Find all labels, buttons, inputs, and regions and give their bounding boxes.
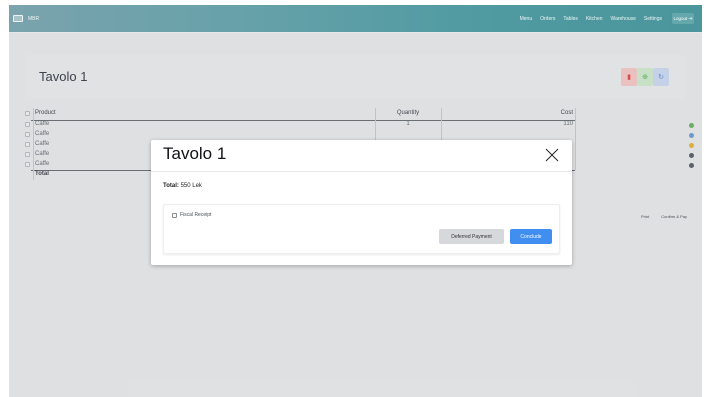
brand-name: MBR [28, 15, 40, 22]
nav-link-warehouse[interactable]: Warehouse [611, 16, 636, 22]
nav-link-settings[interactable]: Settings [644, 16, 662, 22]
logout-button[interactable]: Logout ⇥ [672, 13, 694, 24]
nav-link-tables[interactable]: Tables [563, 16, 577, 22]
nav-link-kitchen[interactable]: Kitchen [586, 16, 603, 22]
modal-total-value: 550 Lek [180, 183, 202, 189]
modal-total-label: Total: [163, 183, 179, 189]
deferred-payment-button[interactable]: Deferred Payment [439, 229, 504, 244]
fiscal-receipt-label: Fiscal Receipt [180, 212, 212, 218]
modal-title: Tavolo 1 [163, 144, 227, 163]
payment-options-card: Fiscal Receipt Deferred Payment Conclude [163, 204, 560, 254]
nav-link-orders[interactable]: Orders [540, 16, 555, 22]
brand-logo-icon [13, 15, 23, 22]
nav-link-menu[interactable]: Menu [520, 16, 533, 22]
close-icon[interactable] [545, 148, 559, 162]
logout-label: Logout [673, 16, 688, 21]
brand[interactable]: MBR [13, 15, 39, 22]
fiscal-receipt-option[interactable]: Fiscal Receipt [172, 212, 211, 218]
modal-header: Tavolo 1 [151, 140, 572, 172]
conclude-button[interactable]: Conclude [510, 229, 552, 244]
fiscal-receipt-checkbox[interactable] [172, 212, 177, 218]
modal-total: Total: 550 Lek [163, 183, 202, 189]
logout-icon: ⇥ [688, 15, 693, 22]
payment-modal: Tavolo 1 Total: 550 Lek Fiscal Receipt D… [151, 140, 572, 265]
nav-links: Menu Orders Tables Kitchen Warehouse Set… [512, 5, 694, 32]
navbar: MBR Menu Orders Tables Kitchen Warehouse… [9, 5, 702, 32]
